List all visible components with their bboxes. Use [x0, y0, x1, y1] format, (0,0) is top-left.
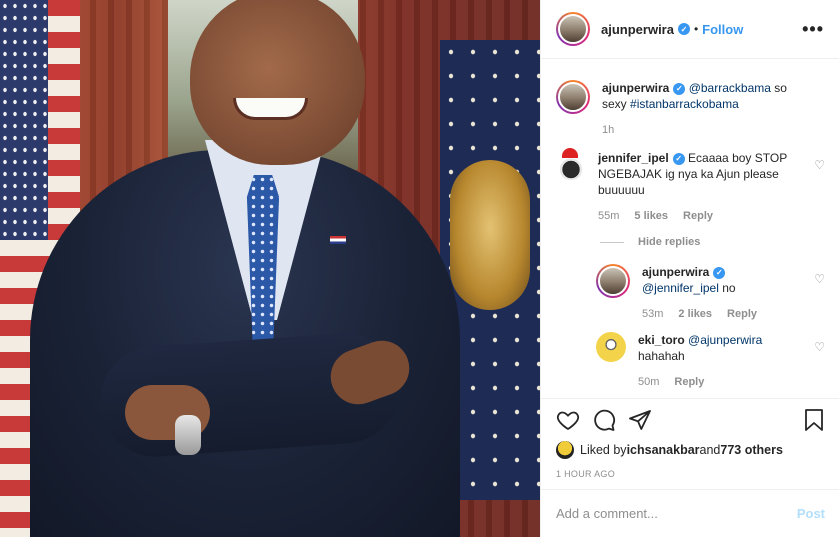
- reply-username[interactable]: ajunperwira: [642, 265, 709, 279]
- reply-avatar[interactable]: [596, 332, 626, 362]
- reply-time[interactable]: 53m: [642, 306, 663, 322]
- likes-summary: Liked by ichsanakbar and 773 others: [556, 441, 825, 459]
- comment-body: jennifer_ipel ✓ Ecaaaa boy STOP NGEBAJAK …: [598, 150, 825, 224]
- reply-like-icon[interactable]: ♡: [814, 340, 825, 354]
- verified-badge-icon: ✓: [677, 23, 690, 35]
- post-comment-button[interactable]: Post: [797, 506, 825, 521]
- avatar-image: [596, 332, 626, 362]
- comment-body: ajunperwira ✓ @barrackbama so sexy #istan…: [602, 80, 825, 138]
- follow-button[interactable]: Follow: [702, 22, 743, 37]
- reply-text: no: [718, 281, 736, 295]
- commenter-avatar[interactable]: [556, 148, 586, 180]
- liker-avatar[interactable]: [556, 441, 574, 459]
- comment-time[interactable]: 55m: [598, 208, 619, 224]
- mention-link[interactable]: @ajunperwira: [688, 333, 762, 347]
- comments-list[interactable]: ajunperwira ✓ @barrackbama so sexy #istan…: [541, 60, 839, 398]
- reply-body: ajunperwira ✓ @jennifer_ipel no 53m 2 lik…: [642, 264, 825, 322]
- reply-item: eki_toro @ajunperwira hahahah 50m Reply …: [596, 332, 825, 390]
- smile: [233, 98, 308, 120]
- reply-likes[interactable]: 2 likes: [678, 306, 712, 322]
- comment-input[interactable]: [556, 506, 797, 521]
- caption-avatar[interactable]: [556, 80, 590, 114]
- mention-link[interactable]: @jennifer_ipel: [642, 281, 719, 295]
- reply-body: eki_toro @ajunperwira hahahah 50m Reply: [638, 332, 825, 390]
- post-image[interactable]: [0, 0, 540, 537]
- comment-meta: 1h: [602, 122, 799, 138]
- head: [190, 0, 365, 165]
- comment-icon[interactable]: [592, 408, 616, 432]
- reply-button[interactable]: Reply: [727, 306, 757, 322]
- reply-text: hahahah: [638, 349, 685, 363]
- comment-likes[interactable]: 5 likes: [634, 208, 668, 224]
- hashtag-link[interactable]: #istanbarrackobama: [630, 97, 739, 111]
- flag-seal: [450, 160, 530, 310]
- wristwatch: [175, 415, 201, 455]
- post-header: ajunperwira ✓ • Follow •••: [541, 0, 839, 59]
- post-timestamp[interactable]: 1 HOUR AGO: [556, 469, 825, 479]
- comment-username[interactable]: jennifer_ipel: [598, 151, 669, 165]
- bookmark-icon[interactable]: [803, 408, 825, 432]
- flag-pin: [330, 236, 346, 244]
- comment-time[interactable]: 1h: [602, 122, 614, 138]
- reply-username[interactable]: eki_toro: [638, 333, 685, 347]
- comment-like-icon[interactable]: ♡: [814, 158, 825, 172]
- post-side-panel: ajunperwira ✓ • Follow ••• ajunperwira ✓ …: [540, 0, 839, 537]
- person: [30, 0, 460, 537]
- reply-meta: 50m Reply: [638, 374, 799, 390]
- hide-replies-label: Hide replies: [638, 236, 701, 248]
- reply-avatar[interactable]: [596, 264, 630, 298]
- liked-by-prefix: Liked by: [580, 443, 627, 457]
- avatar-image: [558, 82, 588, 112]
- reply-like-icon[interactable]: ♡: [814, 272, 825, 286]
- reply-button[interactable]: Reply: [674, 374, 704, 390]
- reply-item: ajunperwira ✓ @jennifer_ipel no 53m 2 lik…: [596, 264, 825, 322]
- divider-line: [600, 241, 624, 243]
- reply-meta: 53m 2 likes Reply: [642, 306, 799, 322]
- mention-link[interactable]: @barrackbama: [689, 81, 771, 95]
- liker-username[interactable]: ichsanakbar: [627, 443, 700, 457]
- avatar-image: [558, 14, 588, 44]
- avatar-image: [598, 266, 628, 296]
- comment-item: jennifer_ipel ✓ Ecaaaa boy STOP NGEBAJAK …: [556, 148, 825, 224]
- liked-by-middle: and: [699, 443, 721, 457]
- heart-icon[interactable]: [556, 408, 580, 432]
- more-options-icon[interactable]: •••: [802, 19, 824, 40]
- others-count[interactable]: 773 others: [720, 443, 783, 457]
- author-username[interactable]: ajunperwira: [601, 22, 674, 37]
- verified-badge-icon: ✓: [713, 266, 726, 279]
- verified-badge-icon: ✓: [673, 82, 686, 95]
- reply-button[interactable]: Reply: [683, 208, 713, 224]
- author-avatar[interactable]: [556, 12, 590, 46]
- action-bar: [556, 399, 825, 441]
- comment-username[interactable]: ajunperwira: [602, 81, 669, 95]
- caption-comment: ajunperwira ✓ @barrackbama so sexy #istan…: [556, 80, 825, 138]
- avatar-image: [556, 150, 586, 180]
- reply-time[interactable]: 50m: [638, 374, 659, 390]
- comment-meta: 55m 5 likes Reply: [598, 208, 799, 224]
- separator-dot: •: [693, 22, 699, 36]
- comment-composer: Post: [541, 489, 839, 537]
- verified-badge-icon: ✓: [672, 152, 685, 165]
- post-actions: Liked by ichsanakbar and 773 others 1 HO…: [541, 398, 839, 479]
- hide-replies-button[interactable]: Hide replies: [600, 236, 825, 248]
- share-icon[interactable]: [628, 408, 652, 432]
